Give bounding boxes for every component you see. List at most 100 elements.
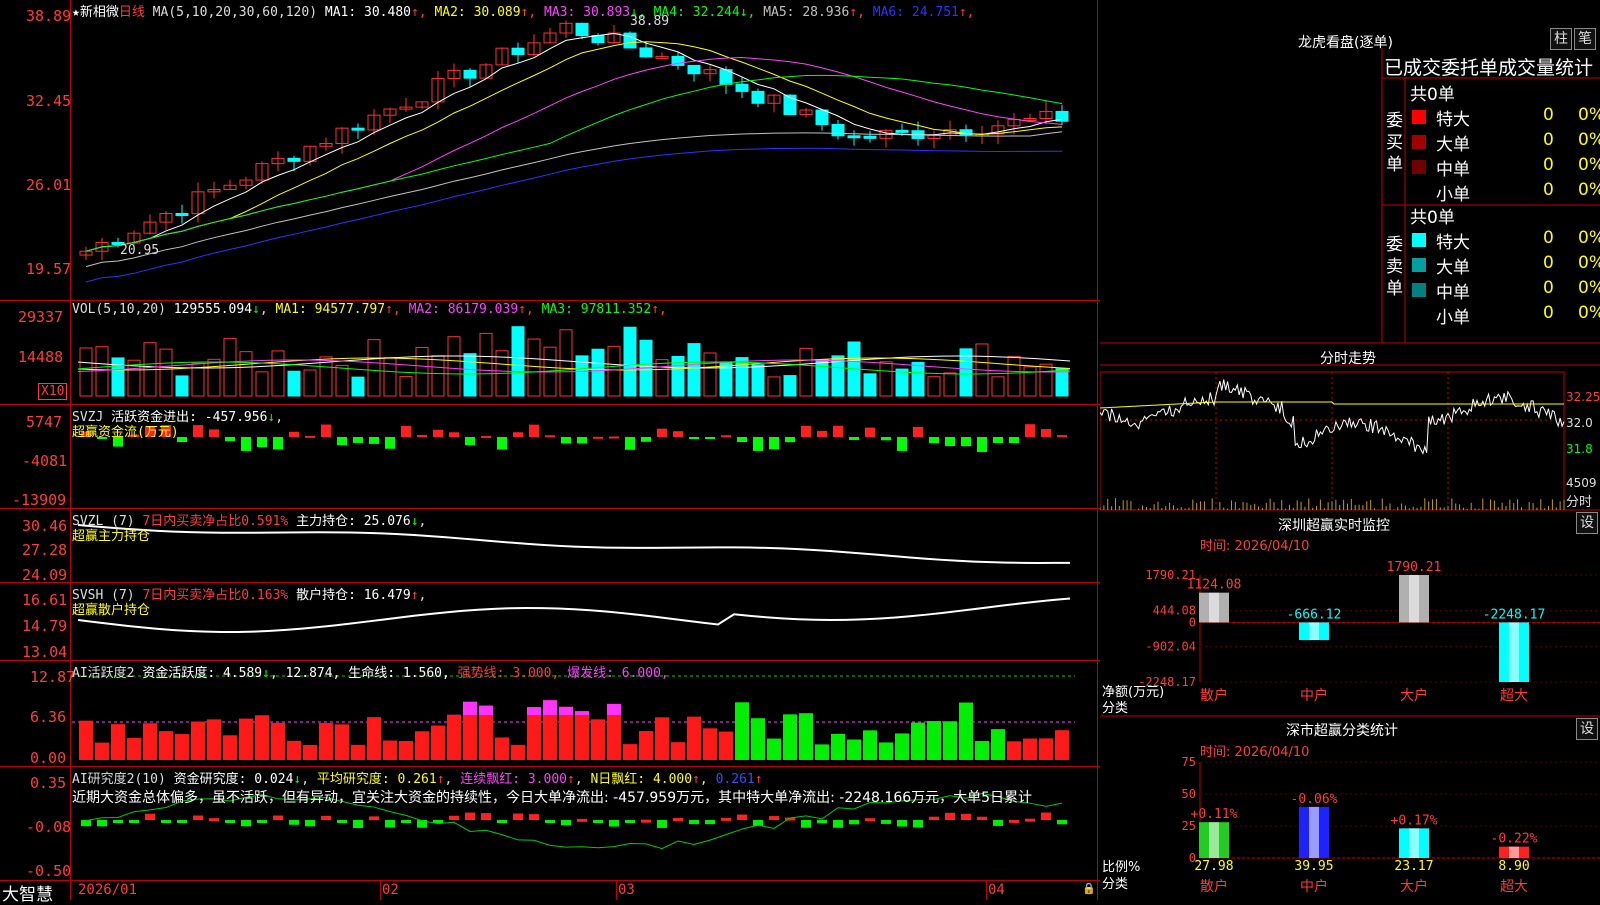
candle-body: [752, 91, 764, 103]
flow-bar: [497, 437, 507, 450]
flow-bar: [817, 431, 827, 437]
activity-bar: [79, 721, 93, 760]
activity-bar: [1039, 738, 1053, 760]
flow-bar: [737, 437, 747, 442]
x-tick: [986, 880, 987, 900]
y-label: 27.28: [22, 541, 67, 559]
svzl-arrow: ↓: [411, 514, 419, 529]
activity-bar: [287, 741, 301, 760]
buy-total: 共0单: [1410, 80, 1455, 105]
intraday-button[interactable]: 分时: [1566, 491, 1592, 510]
flow-bar: [289, 432, 299, 437]
sz-monitor-settings-button[interactable]: 设: [1576, 512, 1598, 534]
sell-side-label: 委卖单: [1386, 234, 1406, 300]
bar-highlight: [1509, 847, 1519, 858]
candle-body: [352, 128, 364, 130]
order-label: 中单: [1436, 278, 1470, 303]
tick-mode-button[interactable]: 笔: [1574, 28, 1596, 50]
category-label: 散户: [1200, 878, 1228, 895]
research-bar: [385, 820, 395, 828]
candle-body: [816, 110, 828, 124]
y-label: -4081: [22, 452, 67, 470]
candle-body: [176, 214, 188, 216]
y-label: 30.46: [22, 517, 67, 535]
research-bar: [321, 816, 331, 820]
volume-bar: [592, 349, 604, 396]
period-label[interactable]: 日线: [119, 5, 145, 20]
svzl-sub: 超赢主力持仓: [72, 525, 150, 544]
research-bar: [673, 818, 683, 821]
y-label: 12.87: [30, 668, 75, 686]
activity-bar: [1007, 741, 1021, 760]
volume-bar: [1024, 367, 1036, 396]
order-count: 0: [1543, 105, 1554, 125]
flow-bar: [641, 437, 651, 442]
sell-total: 共0单: [1410, 203, 1455, 228]
ai-research-part1: 资金研究度: 0.024: [174, 772, 294, 787]
research-bar: [1009, 820, 1019, 823]
y-label: 29337: [18, 308, 63, 326]
ma-label: MA(5,10,20,30,60,120): [153, 5, 317, 20]
flow-bar: [1009, 437, 1019, 443]
volume-bar: [368, 340, 380, 396]
stock-name[interactable]: ★新相微: [72, 5, 119, 20]
panel-separator: [0, 508, 1100, 509]
bar-percent-label: 8.90: [1498, 859, 1529, 874]
flow-bar: [305, 436, 315, 438]
x-label: 2026/01: [78, 882, 137, 898]
vol-unit: X10: [38, 383, 67, 400]
research-bar: [577, 819, 587, 822]
brand-label[interactable]: 大智慧: [2, 880, 53, 905]
research-bar: [193, 815, 203, 820]
order-pct: 0%: [1578, 105, 1600, 125]
activity-bar: [879, 742, 893, 760]
research-bar: [529, 814, 539, 820]
y-label: 13.04: [22, 643, 67, 661]
volume-bar: [352, 377, 364, 396]
order-pct: 0%: [1578, 278, 1600, 298]
category-label: 大户: [1400, 878, 1428, 895]
candle-body: [512, 48, 524, 54]
activity-bar: [399, 741, 413, 760]
flow-bar: [433, 430, 443, 437]
bar-percent-label: 27.98: [1194, 859, 1233, 874]
flow-bar: [977, 437, 987, 452]
activity-bar: [767, 739, 781, 760]
stock-chart-area[interactable]: ★新相微日线 MA(5,10,20,30,60,120) MA1: 30.480…: [0, 0, 1100, 900]
order-count: 0: [1543, 228, 1554, 248]
order-pct: 0%: [1578, 303, 1600, 323]
y-label: 5747: [26, 413, 62, 431]
flow-bar: [321, 425, 331, 437]
research-bar: [305, 820, 315, 826]
activity-burst: [543, 700, 557, 715]
candle-body: [736, 84, 748, 91]
sz-class-settings-button[interactable]: 设: [1576, 718, 1598, 740]
y-label: -13909: [12, 491, 66, 509]
volume-bar: [864, 374, 876, 396]
ma-value-ma1: MA1: 94577.797: [276, 302, 386, 317]
svsh-sub: 超赢散户持仓: [72, 599, 150, 618]
volume-bar: [992, 377, 1004, 396]
research-bar: [513, 814, 523, 820]
ma-line: [86, 75, 1062, 251]
volume-bar: [288, 371, 300, 396]
research-bar: [401, 820, 411, 823]
bar-mode-button[interactable]: 柱: [1550, 28, 1572, 50]
activity-bar: [127, 738, 141, 760]
ai-active-part2: 12.874,: [286, 666, 341, 681]
volume-bar: [704, 353, 716, 396]
sz-class-time: 时间: 2026/04/10: [1200, 741, 1309, 760]
svzl-red-text: 7日内买卖净占比0.591%: [142, 514, 288, 529]
ai-active-part4: 强势线: 3.000,: [458, 666, 560, 681]
order-pct: 0%: [1578, 130, 1600, 150]
lock-icon[interactable]: 🔒: [1082, 882, 1096, 895]
activity-bar: [239, 719, 253, 760]
research-bar: [465, 813, 475, 820]
order-label: 大单: [1436, 130, 1470, 155]
volume-bar: [112, 358, 124, 396]
category-label: 大户: [1400, 687, 1428, 704]
chart-canvas[interactable]: [0, 0, 1100, 900]
ai-active-part3: 生命线: 1.560,: [348, 666, 450, 681]
activity-bar: [991, 729, 1005, 760]
activity-bar: [671, 742, 685, 760]
